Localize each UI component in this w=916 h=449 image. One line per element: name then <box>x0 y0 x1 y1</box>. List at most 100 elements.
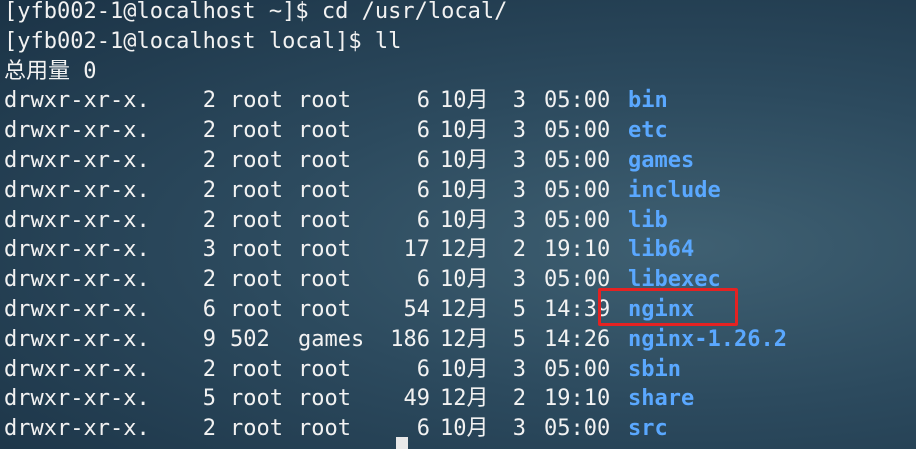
group-cell: root <box>298 118 351 144</box>
listing-row-bin: drwxr-xr-x. 2 root root 6 10月 3 05:00 bin <box>4 86 916 116</box>
permissions-cell: drwxr-xr-x. <box>4 267 150 293</box>
permissions-cell: drwxr-xr-x. <box>4 237 150 263</box>
command-line-ll: [yfb002-1@localhost local]$ ll <box>4 27 916 57</box>
time-cell: 05:00 <box>544 118 611 144</box>
directory-listing: drwxr-xr-x. 2 root root 6 10月 3 05:00 bin drwxr-x… <box>4 86 916 444</box>
group-cell: root <box>298 356 351 382</box>
time-cell: 05:00 <box>544 147 611 173</box>
size-cell: 6 <box>416 177 430 203</box>
filename-cell: bin <box>628 88 668 114</box>
owner-cell: root <box>230 177 283 203</box>
day-cell: 3 <box>512 177 526 203</box>
owner-cell: 502 <box>230 326 270 352</box>
day-cell: 2 <box>512 237 526 263</box>
month-cell: 12月 <box>440 296 489 322</box>
size-cell: 186 <box>390 326 430 352</box>
owner-cell: root <box>230 237 283 263</box>
day-cell: 3 <box>512 118 526 144</box>
permissions-cell: drwxr-xr-x. <box>4 386 150 412</box>
day-cell: 5 <box>512 326 526 352</box>
day-cell: 2 <box>512 386 526 412</box>
group-cell: root <box>298 296 351 322</box>
owner-cell: root <box>230 267 283 293</box>
listing-row-share: drwxr-xr-x. 5 root root 49 12月 2 19:10 share <box>4 384 916 414</box>
permissions-cell: drwxr-xr-x. <box>4 296 150 322</box>
group-cell: root <box>298 147 351 173</box>
links-cell: 2 <box>202 88 216 114</box>
size-cell: 6 <box>416 356 430 382</box>
owner-cell: root <box>230 386 283 412</box>
time-cell: 05:00 <box>544 416 611 442</box>
owner-cell: root <box>230 147 283 173</box>
day-cell: 3 <box>512 416 526 442</box>
month-cell: 10月 <box>440 267 489 293</box>
size-cell: 6 <box>416 88 430 114</box>
filename-cell: lib <box>628 207 668 233</box>
permissions-cell: drwxr-xr-x. <box>4 177 150 203</box>
month-cell: 10月 <box>440 177 489 203</box>
links-cell: 3 <box>202 237 216 263</box>
month-cell: 10月 <box>440 207 489 233</box>
size-cell: 17 <box>403 237 431 263</box>
group-cell: root <box>298 207 351 233</box>
size-cell: 54 <box>403 296 431 322</box>
group-cell: games <box>298 326 365 352</box>
permissions-cell: drwxr-xr-x. <box>4 88 150 114</box>
size-cell: 49 <box>403 386 431 412</box>
time-cell: 05:00 <box>544 207 611 233</box>
owner-cell: root <box>230 356 283 382</box>
month-cell: 12月 <box>440 237 489 263</box>
links-cell: 2 <box>202 356 216 382</box>
time-cell: 19:10 <box>544 237 611 263</box>
group-cell: root <box>298 88 351 114</box>
size-cell: 6 <box>416 147 430 173</box>
day-cell: 3 <box>512 88 526 114</box>
listing-row-games: drwxr-xr-x. 2 root root 6 10月 3 05:00 games <box>4 146 916 176</box>
filename-cell: sbin <box>628 356 681 382</box>
time-cell: 14:26 <box>544 326 611 352</box>
terminal-window[interactable]: [yfb002-1@localhost ~]$ cd /usr/local/ [… <box>4 0 916 449</box>
month-cell: 10月 <box>440 147 489 173</box>
permissions-cell: drwxr-xr-x. <box>4 326 150 352</box>
links-cell: 2 <box>202 177 216 203</box>
day-cell: 3 <box>512 356 526 382</box>
filename-cell: lib64 <box>628 237 695 263</box>
text-cursor <box>396 437 408 449</box>
group-cell: root <box>298 386 351 412</box>
day-cell: 3 <box>512 207 526 233</box>
listing-row-include: drwxr-xr-x. 2 root root 6 10月 3 05:00 include <box>4 176 916 206</box>
filename-cell: games <box>628 147 695 173</box>
owner-cell: root <box>230 296 283 322</box>
prompt-line-partial <box>4 437 504 449</box>
time-cell: 14:39 <box>544 296 611 322</box>
group-cell: root <box>298 267 351 293</box>
size-cell: 6 <box>416 207 430 233</box>
links-cell: 6 <box>202 296 216 322</box>
total-text: 总用量 0 <box>4 58 97 84</box>
links-cell: 5 <box>202 386 216 412</box>
links-cell: 2 <box>202 207 216 233</box>
links-cell: 9 <box>202 326 216 352</box>
owner-cell: root <box>230 88 283 114</box>
listing-row-lib64: drwxr-xr-x. 3 root root 17 12月 2 19:10 lib64 <box>4 235 916 265</box>
listing-row-libexec: drwxr-xr-x. 2 root root 6 10月 3 05:00 libexec <box>4 265 916 295</box>
owner-cell: root <box>230 207 283 233</box>
filename-cell: include <box>628 177 721 203</box>
filename-cell: nginx-1.26.2 <box>628 326 787 352</box>
permissions-cell: drwxr-xr-x. <box>4 207 150 233</box>
total-line: 总用量 0 <box>4 57 916 87</box>
listing-row-nginx: drwxr-xr-x. 6 root root 54 12月 5 14:39 nginx <box>4 295 916 325</box>
time-cell: 19:10 <box>544 386 611 412</box>
listing-row-etc: drwxr-xr-x. 2 root root 6 10月 3 05:00 etc <box>4 116 916 146</box>
listing-row-nginx-1.26.2: drwxr-xr-x. 9 502 games 186 12月 5 14:26 nginx-1.… <box>4 325 916 355</box>
size-cell: 6 <box>416 267 430 293</box>
time-cell: 05:00 <box>544 88 611 114</box>
month-cell: 10月 <box>440 118 489 144</box>
links-cell: 2 <box>202 267 216 293</box>
time-cell: 05:00 <box>544 356 611 382</box>
command-text: [yfb002-1@localhost ~]$ cd /usr/local/ <box>4 0 508 24</box>
command-line-cd: [yfb002-1@localhost ~]$ cd /usr/local/ <box>4 0 916 27</box>
month-cell: 10月 <box>440 356 489 382</box>
links-cell: 2 <box>202 118 216 144</box>
time-cell: 05:00 <box>544 267 611 293</box>
